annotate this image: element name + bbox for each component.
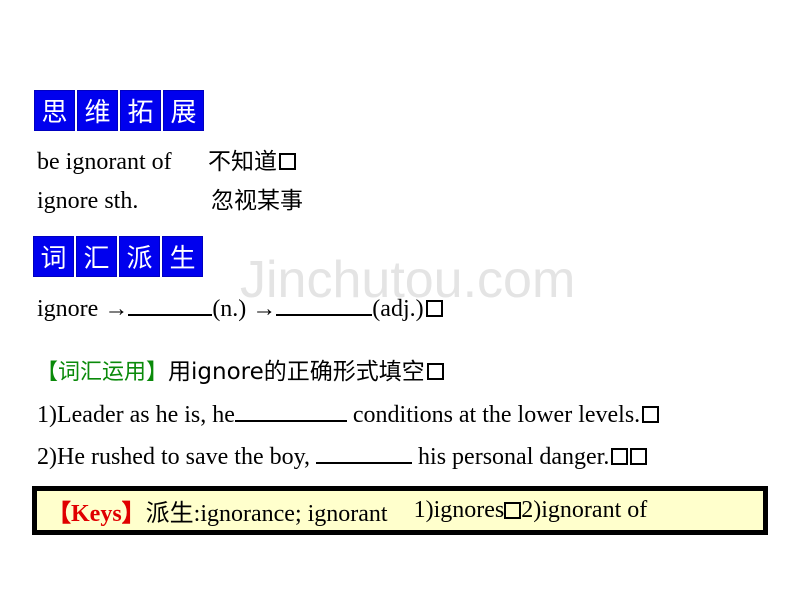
exercise-heading-label: 【词汇运用】 [36,360,169,385]
tag-char: 派 [119,236,160,277]
derivation-line: ignore → (n.) → (adj.) [37,294,443,323]
keys-label: 【Keys】 [47,501,146,527]
tag-char: 词 [33,236,74,277]
keys-derivation: 派生:ignorance; ignorant [145,501,388,527]
tag-char: 展 [163,90,204,131]
tag-char: 维 [77,90,118,131]
placeholder-box-icon [504,502,522,519]
phrase-zh-line: 不知道 [208,148,296,176]
derivation-word: ignore [37,296,99,322]
phrase-line: ignore sth. [37,187,138,215]
phrase-zh: 不知道 [208,149,277,175]
tag-char: 汇 [76,236,117,277]
noun-label: (n.) [212,296,247,322]
answer-blank[interactable] [316,442,413,464]
answer-blank[interactable] [234,400,347,422]
placeholder-box-icon [630,448,648,465]
keys-answer-2: 2)ignorant of [521,497,648,523]
phrase-line: be ignorant of [37,148,172,176]
exercise-item: 2)He rushed to save the boy, his persona… [37,442,648,471]
exercise-item: 1)Leader as he is, he conditions at the … [37,400,660,429]
phrase-en: ignore sth. [37,188,139,214]
phrase-zh: 忽视某事 [211,188,303,214]
tag-char: 生 [162,236,203,277]
adj-blank[interactable] [276,294,373,316]
placeholder-box-icon [279,153,296,170]
section-tag-thinking-expansion: 思 维 拓 展 [34,90,204,131]
exercise-item-prefix: 1)Leader as he is, he [37,402,235,428]
arrow-icon: → [104,296,129,322]
keys-answer-1: 1)ignores [413,497,505,523]
phrase-zh-line: 忽视某事 [211,187,303,215]
exercise-item-prefix: 2)He rushed to save the boy, [37,444,317,470]
exercise-instruction: 用ignore的正确形式填空 [168,359,425,385]
noun-blank[interactable] [128,294,213,316]
placeholder-box-icon [426,363,444,380]
arrow-icon: → [252,296,277,322]
phrase-en: be ignorant of [37,149,172,175]
placeholder-box-icon [611,448,629,465]
exercise-heading: 【词汇运用】用ignore的正确形式填空 [36,358,444,387]
placeholder-box-icon [642,406,660,423]
placeholder-box-icon [425,300,443,317]
tag-char: 拓 [120,90,161,131]
tag-char: 思 [34,90,75,131]
exercise-item-suffix: his personal danger. [412,444,610,470]
section-tag-word-derivation: 词 汇 派 生 [33,236,203,277]
exercise-item-suffix: conditions at the lower levels. [346,402,641,428]
adj-label: (adj.) [372,296,424,322]
answer-keys-box: 【Keys】 派生:ignorance; ignorant 1)ignores 2)… [32,486,768,535]
